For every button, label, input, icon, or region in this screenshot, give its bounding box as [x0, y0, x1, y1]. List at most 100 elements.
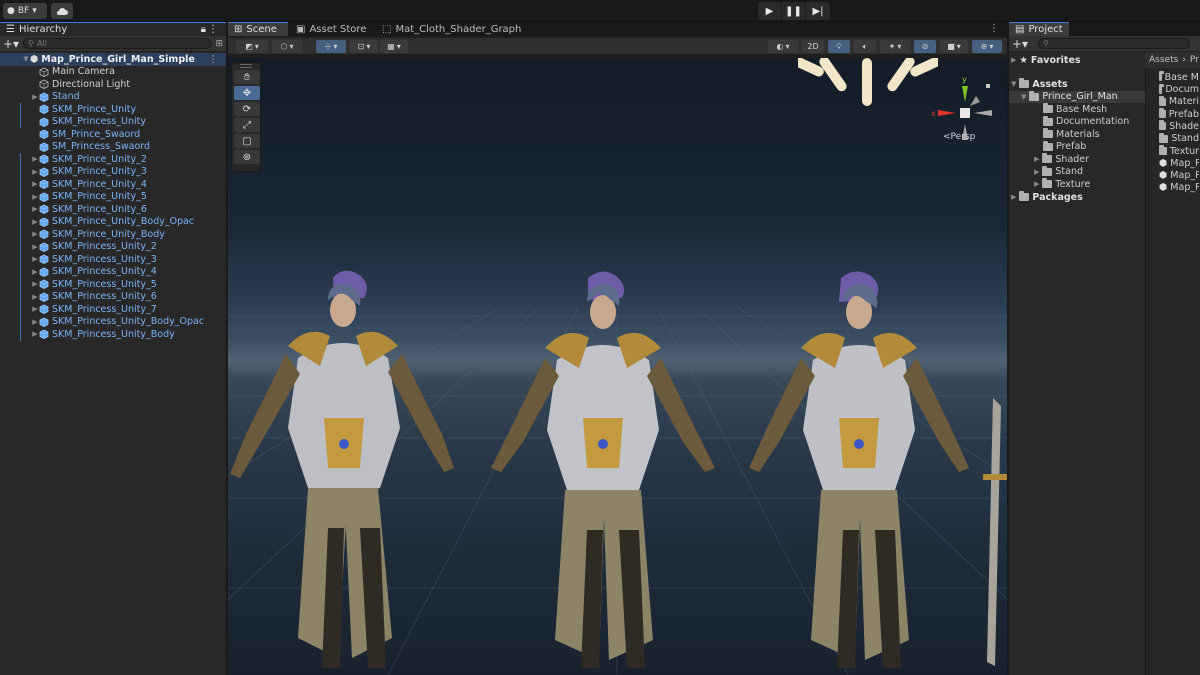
pause-button[interactable]: ❚❚	[782, 2, 806, 20]
tab-scene[interactable]: ⊞ Scene	[228, 22, 288, 36]
project-asset-scene[interactable]: ⬢ Map_P	[1159, 182, 1199, 195]
kebab-menu-icon[interactable]: ⋮	[208, 24, 218, 35]
chevron-right-icon[interactable]: ▶	[31, 218, 39, 226]
project-asset-folder[interactable]: Stand	[1159, 132, 1199, 146]
hierarchy-item[interactable]: ▶ SKM_Prince_Unity_2	[0, 153, 226, 166]
gizmos-dropdown[interactable]: ⊕ ▾	[972, 40, 1002, 53]
hierarchy-item[interactable]: ▶ SKM_Princess_Unity_3	[0, 253, 226, 266]
project-asset-folder[interactable]: Prefab	[1159, 108, 1199, 121]
scene-viewport[interactable]: ✋︎ ✥ ⟳ ⤢ ▢ ⊛ y x <Persp	[228, 58, 1007, 675]
hierarchy-item[interactable]: ▶ SKM_Prince_Unity_Body	[0, 228, 226, 241]
chevron-right-icon[interactable]: ▶	[31, 230, 39, 238]
project-folder-row[interactable]: Base Mesh	[1043, 103, 1107, 116]
hierarchy-item[interactable]: Directional Light	[0, 78, 226, 91]
hierarchy-item[interactable]: ▶ SKM_Princess_Unity_Body	[0, 328, 226, 341]
chevron-right-icon[interactable]: ▶	[31, 180, 39, 188]
chevron-right-icon[interactable]: ▶	[31, 268, 39, 276]
hierarchy-item[interactable]: ▶ SKM_Princess_Unity_5	[0, 278, 226, 291]
prince-character-3[interactable]	[743, 268, 1007, 675]
project-folder-row[interactable]: Prefab	[1043, 140, 1086, 154]
lock-icon[interactable]: 🔒︎	[201, 24, 206, 35]
lighting-toggle[interactable]: 💡︎	[828, 40, 850, 53]
project-asset-folder[interactable]: Shade	[1159, 120, 1199, 133]
chevron-right-icon[interactable]: ▶	[31, 318, 39, 326]
project-asset-folder[interactable]: Docum	[1159, 83, 1199, 96]
pivot-dropdown[interactable]: ⊹ ▾	[316, 40, 346, 53]
folder-row-selected[interactable]: ▼ Prince_Girl_Man	[1009, 90, 1145, 103]
tab-asset-store[interactable]: ▣ Asset Store	[290, 22, 372, 36]
add-icon[interactable]: +▾	[3, 37, 19, 51]
kebab-menu-icon[interactable]: ⋮	[989, 23, 999, 34]
transform-tool-button[interactable]: ⊛	[234, 150, 260, 164]
project-folder-row[interactable]: ▶ Stand	[1034, 165, 1083, 179]
project-asset-folder[interactable]: Base M	[1159, 71, 1199, 84]
hierarchy-item[interactable]: ▶ SKM_Prince_Unity_Body_Opac	[0, 216, 226, 229]
search-options-icon[interactable]: ⊞	[215, 39, 223, 49]
hierarchy-item[interactable]: ▶ SKM_Prince_Unity_6	[0, 203, 226, 216]
breadcrumb-item[interactable]: Pr	[1190, 55, 1199, 65]
project-folder-row[interactable]: Documentation	[1043, 115, 1129, 129]
packages-row[interactable]: ▶ Packages	[1011, 191, 1083, 204]
project-asset-folder[interactable]: Materi	[1159, 95, 1199, 109]
move-tool-button[interactable]: ✥	[234, 86, 260, 100]
gizmo-y-axis[interactable]	[962, 86, 968, 102]
hierarchy-item[interactable]: ▶ Stand	[0, 91, 226, 104]
scale-tool-button[interactable]: ⤢	[234, 118, 260, 132]
hierarchy-root-scene[interactable]: ▼ ⬢ Map_Prince_Girl_Man_Simple ⋮	[0, 53, 226, 66]
prince-character-1[interactable]	[228, 268, 468, 675]
hierarchy-item[interactable]: ▶ SKM_Princess_Unity_4	[0, 266, 226, 279]
project-asset-folder[interactable]: Textur	[1159, 145, 1199, 158]
drag-handle[interactable]	[240, 64, 252, 68]
chevron-right-icon[interactable]: ▶	[31, 255, 39, 263]
gizmo-center[interactable]	[960, 108, 970, 118]
chevron-right-icon[interactable]: ▶	[31, 330, 39, 338]
cloud-button[interactable]	[51, 3, 73, 19]
hand-tool-button[interactable]: ✋︎	[234, 70, 260, 84]
step-button[interactable]: ▶|	[806, 2, 830, 20]
grid-dropdown[interactable]: ▦ ▾	[380, 40, 408, 53]
camera-mode-dropdown[interactable]: ⬡ ▾	[272, 40, 302, 53]
kebab-menu-icon[interactable]: ⋮	[209, 54, 219, 65]
hierarchy-item[interactable]: ▶ SKM_Princess_Unity_Body_Opac	[0, 316, 226, 329]
hierarchy-item[interactable]: SKM_Prince_Unity	[0, 103, 226, 116]
project-folder-row[interactable]: ▶ Shader	[1034, 153, 1089, 166]
2d-toggle[interactable]: 2D	[802, 40, 824, 53]
tab-hierarchy[interactable]: ☰ Hierarchy 🔒︎ ⋮	[0, 22, 226, 36]
chevron-right-icon[interactable]: ▶	[31, 280, 39, 288]
assets-row[interactable]: ▼ Assets	[1011, 78, 1068, 91]
gizmo-x-axis[interactable]	[938, 110, 956, 116]
rotate-tool-button[interactable]: ⟳	[234, 102, 260, 116]
hierarchy-item[interactable]: SKM_Princess_Unity	[0, 116, 226, 129]
hierarchy-item[interactable]: ▶ SKM_Princess_Unity_7	[0, 303, 226, 316]
account-dropdown[interactable]: ● BF ▾	[3, 3, 47, 19]
hierarchy-item[interactable]: ▶ SKM_Prince_Unity_5	[0, 191, 226, 204]
project-search-input[interactable]: ⚲	[1038, 38, 1191, 49]
chevron-right-icon[interactable]: ▶	[31, 93, 39, 101]
hierarchy-item[interactable]: ▶ SKM_Princess_Unity_6	[0, 291, 226, 304]
chevron-right-icon[interactable]: ▶	[31, 168, 39, 176]
hierarchy-item[interactable]: SM_Princess_Swaord	[0, 141, 226, 154]
hierarchy-item[interactable]: ▶ SKM_Princess_Unity_2	[0, 241, 226, 254]
rect-tool-button[interactable]: ▢	[234, 134, 260, 148]
shading-dropdown[interactable]: ◐ ▾	[768, 40, 798, 53]
chevron-right-icon[interactable]: ▶	[31, 205, 39, 213]
hierarchy-search-input[interactable]: ⚲ All	[23, 38, 212, 49]
gizmo-lock-icon[interactable]	[986, 84, 990, 88]
visibility-toggle[interactable]: ⊘	[914, 40, 936, 53]
project-folder-row[interactable]: ▶ Texture	[1034, 178, 1090, 191]
chevron-right-icon[interactable]: ▶	[31, 155, 39, 163]
chevron-right-icon[interactable]: ▶	[31, 305, 39, 313]
project-asset-scene[interactable]: ⬢ Map_P	[1159, 157, 1199, 170]
hierarchy-item[interactable]: ▶ SKM_Prince_Unity_4	[0, 178, 226, 191]
snap-dropdown[interactable]: ⊡ ▾	[350, 40, 378, 53]
camera-dropdown[interactable]: ■ ▾	[940, 40, 968, 53]
gizmo-z-axis[interactable]	[970, 96, 980, 106]
projection-toggle[interactable]: <Persp	[943, 132, 975, 142]
favorites-row[interactable]: ▶ ★ Favorites	[1011, 54, 1081, 67]
play-button[interactable]: ▶	[758, 2, 782, 20]
breadcrumb-item[interactable]: Assets	[1149, 55, 1178, 65]
chevron-right-icon[interactable]: ▶	[31, 243, 39, 251]
gizmo-neg-x-axis[interactable]	[974, 110, 992, 116]
chevron-right-icon[interactable]: ▶	[31, 193, 39, 201]
prince-character-2[interactable]	[483, 268, 733, 675]
